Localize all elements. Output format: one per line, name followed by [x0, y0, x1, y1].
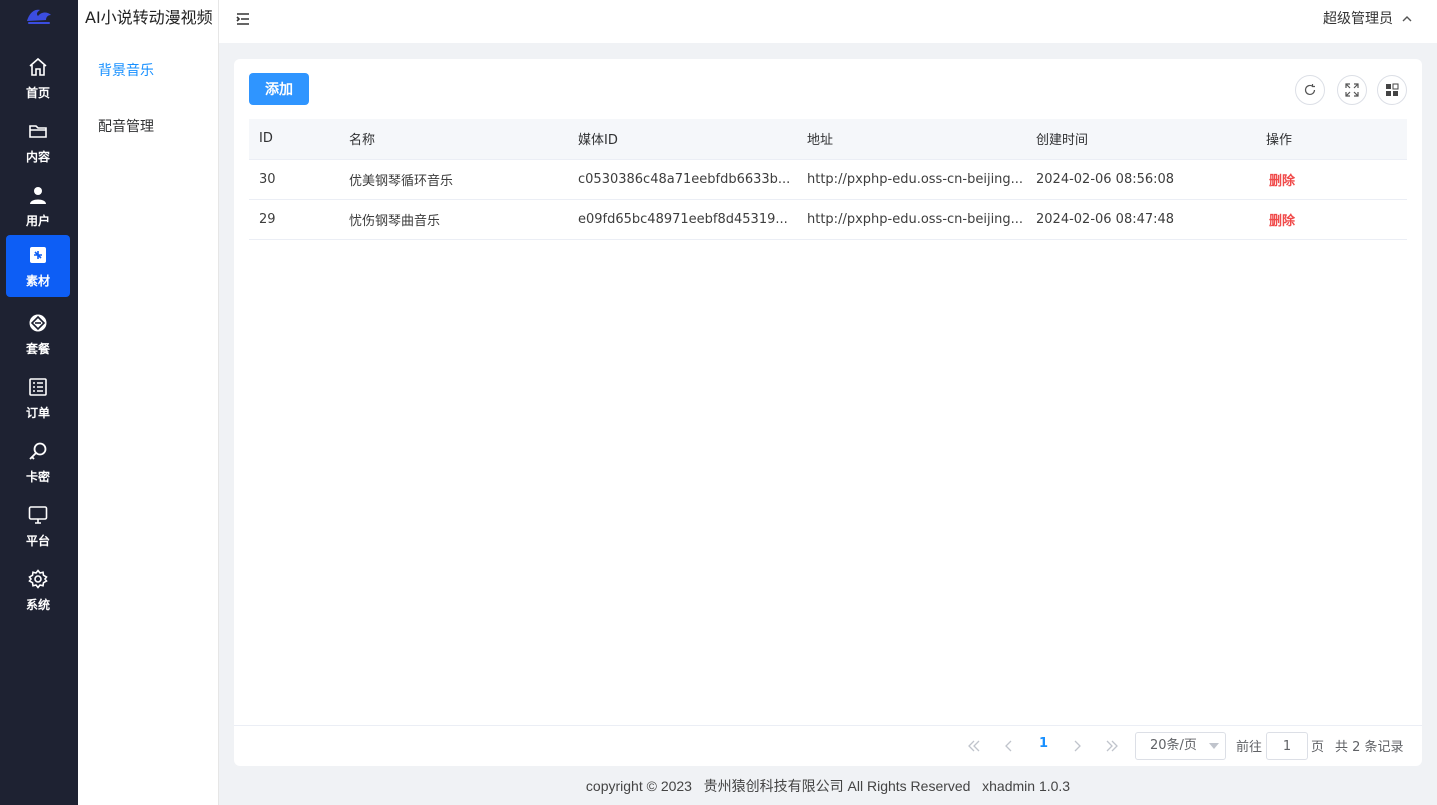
refresh-icon	[1304, 84, 1316, 96]
rail-item-platform[interactable]: 平台	[6, 495, 70, 557]
user-menu[interactable]: 超级管理员	[1323, 9, 1413, 29]
column-header-media-id: 媒体ID	[568, 119, 797, 160]
column-header-action: 操作	[1256, 119, 1407, 160]
page-size-value: 20条/页	[1150, 738, 1197, 753]
rail-item-card-key[interactable]: 卡密	[6, 431, 70, 493]
goto-page-input[interactable]	[1266, 732, 1308, 760]
last-page-icon[interactable]	[1105, 740, 1119, 752]
total-count: 共 2 条记录	[1335, 740, 1404, 755]
submenu-item-bgm[interactable]: 背景音乐	[98, 61, 154, 81]
app-title: AI小说转动漫视频	[85, 8, 213, 27]
cell-media-id: c0530386c48a71eebfdb6633b...	[568, 159, 797, 200]
rail-item-label: 素材	[25, 274, 50, 288]
order-icon	[29, 378, 47, 396]
monitor-icon	[28, 506, 48, 524]
rail-item-home[interactable]: 首页	[6, 47, 70, 109]
column-settings-button[interactable]	[1377, 75, 1407, 105]
delete-button[interactable]: 删除	[1266, 174, 1295, 189]
folder-icon	[29, 125, 47, 138]
rail-item-label: 订单	[25, 406, 50, 420]
rail-item-label: 用户	[25, 214, 50, 228]
fullscreen-icon	[1345, 83, 1359, 97]
table-row: 29 忧伤钢琴曲音乐 e09fd65bc48971eebf8d45319... …	[249, 199, 1407, 240]
rail-item-label: 卡密	[25, 470, 50, 484]
column-header-url: 地址	[797, 119, 1026, 160]
material-icon	[30, 247, 46, 263]
column-header-id: ID	[249, 119, 339, 160]
cell-created: 2024-02-06 08:56:08	[1026, 159, 1256, 200]
cell-name: 优美钢琴循环音乐	[339, 159, 568, 200]
sub-sidebar: AI小说转动漫视频 背景音乐 配音管理	[78, 0, 219, 805]
logo-icon	[27, 9, 51, 24]
cell-action: 删除	[1256, 159, 1407, 200]
rail-item-content[interactable]: 内容	[6, 111, 70, 173]
cell-media-id: e09fd65bc48971eebf8d45319...	[568, 199, 797, 240]
submenu-item-dubbing[interactable]: 配音管理	[98, 117, 154, 137]
home-icon	[29, 57, 47, 76]
cell-url: http://pxphp-edu.oss-cn-beijing...	[797, 159, 1026, 200]
package-icon	[29, 314, 47, 332]
user-name: 超级管理员	[1323, 11, 1393, 27]
add-button[interactable]: 添加	[249, 73, 309, 105]
prev-page-icon[interactable]	[1002, 740, 1016, 752]
rail-item-order[interactable]: 订单	[6, 367, 70, 429]
top-header: 超级管理员	[219, 0, 1437, 43]
next-page-icon[interactable]	[1070, 740, 1084, 752]
cell-url: http://pxphp-edu.oss-cn-beijing...	[797, 199, 1026, 240]
goto-prefix: 前往	[1236, 740, 1263, 755]
gear-icon	[28, 569, 48, 589]
rail-item-package[interactable]: 套餐	[6, 303, 70, 365]
page-number-current[interactable]: 1	[1039, 736, 1048, 751]
cell-name: 忧伤钢琴曲音乐	[339, 199, 568, 240]
rail-item-material[interactable]: 素材	[6, 235, 70, 297]
grid-icon	[1386, 83, 1399, 96]
cell-id: 29	[249, 199, 339, 240]
cell-action: 删除	[1256, 199, 1407, 240]
goto-suffix: 页	[1311, 740, 1325, 755]
main-sidebar: 首页 内容 用户 素材 套餐 订单 卡密 平台 系统	[0, 0, 78, 805]
column-header-created: 创建时间	[1026, 119, 1256, 160]
key-icon	[29, 442, 47, 460]
cell-created: 2024-02-06 08:47:48	[1026, 199, 1256, 240]
page-size-select[interactable]: 20条/页	[1135, 732, 1226, 760]
rail-item-label: 内容	[25, 150, 50, 164]
fullscreen-button[interactable]	[1337, 75, 1367, 105]
footer-copyright: copyright © 2023 贵州猿创科技有限公司 All Rights R…	[585, 778, 1071, 794]
content-card: 添加 ID 名称 媒体ID 地址 创建时间 操作 30 优美钢琴循环音乐 c05…	[234, 59, 1422, 766]
chevron-up-icon	[1402, 16, 1412, 22]
first-page-icon[interactable]	[967, 740, 981, 752]
rail-item-system[interactable]: 系统	[6, 559, 70, 621]
rail-item-label: 系统	[25, 598, 50, 612]
rail-item-label: 首页	[25, 86, 50, 100]
table-row: 30 优美钢琴循环音乐 c0530386c48a71eebfdb6633b...…	[249, 159, 1407, 200]
cell-id: 30	[249, 159, 339, 200]
column-header-name: 名称	[339, 119, 568, 160]
rail-item-label: 平台	[25, 534, 50, 548]
rail-item-user[interactable]: 用户	[6, 175, 70, 237]
delete-button[interactable]: 删除	[1266, 214, 1295, 229]
caret-down-icon	[1209, 743, 1219, 749]
rail-item-label: 套餐	[25, 342, 50, 356]
user-icon	[30, 187, 46, 204]
music-table: ID 名称 媒体ID 地址 创建时间 操作 30 优美钢琴循环音乐 c05303…	[249, 119, 1407, 240]
table-header-row: ID 名称 媒体ID 地址 创建时间 操作	[249, 119, 1407, 160]
refresh-button[interactable]	[1295, 75, 1325, 105]
pagination: 1 20条/页 前往 页 共 2 条记录	[234, 725, 1422, 766]
collapse-menu-icon[interactable]	[235, 11, 251, 27]
